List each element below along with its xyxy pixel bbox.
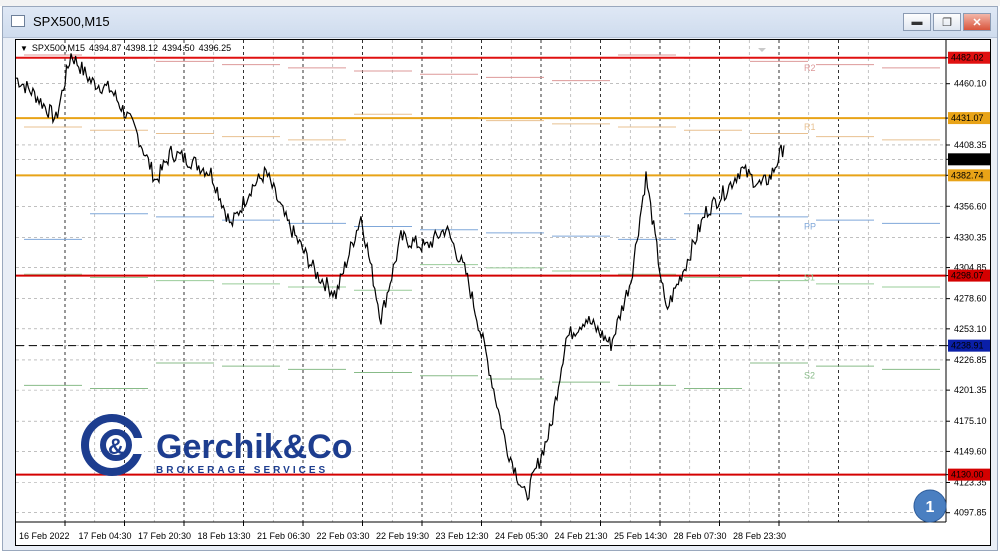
- price-chart[interactable]: R2 R1 PP S1 S2 & Gerchik&Co BROKERAGE SE…: [15, 39, 991, 546]
- pivot-segments: [24, 54, 940, 390]
- dropdown-triangle-icon[interactable]: ▼: [20, 44, 28, 53]
- time-tick-label: 28 Feb 23:30: [733, 531, 786, 541]
- close-button[interactable]: ✕: [963, 13, 991, 31]
- price-tick-label: 4201.35: [954, 385, 987, 395]
- pivot-labels: R2 R1 PP S1 S2: [804, 63, 816, 381]
- level-price-label: 4238.91: [951, 341, 984, 351]
- price-axis: 4482.02 4460.10 4431.07 4408.35 4396.25 4382.…: [945, 40, 990, 522]
- ohlc-info: ▼ SPX500,M15 4394.87 4398.12 4394.50 4396.25: [20, 43, 235, 53]
- price-tick-label: 4097.85: [954, 508, 987, 518]
- pivot-label-pp: PP: [804, 222, 816, 232]
- ohlc-close: 4396.25: [198, 43, 232, 53]
- price-tick-label: 4149.60: [954, 446, 987, 456]
- price-tick-label: 4460.10: [954, 79, 987, 89]
- price-tick-label: 4330.35: [954, 232, 987, 242]
- minimize-button[interactable]: ▬: [903, 13, 931, 31]
- time-tick-label: 17 Feb 04:30: [79, 531, 132, 541]
- ohlc-open: 4394.87: [88, 43, 122, 53]
- chart-window: SPX500,M15 ▬ ❐ ✕ R2 R1 PP S1 S2 & Gerchi…: [2, 6, 998, 551]
- chart-window-icon: [11, 15, 25, 27]
- time-tick-label: 23 Feb 12:30: [436, 531, 489, 541]
- pivot-label-s2: S2: [804, 371, 815, 381]
- level-price-label: 4382.74: [951, 170, 984, 180]
- restore-icon: ❐: [942, 16, 952, 29]
- time-tick-label: 16 Feb 2022: [19, 531, 70, 541]
- chart-shift-marker[interactable]: [758, 48, 766, 52]
- time-axis: 16 Feb 2022 17 Feb 04:30 17 Feb 20:30 18 Fe…: [16, 521, 946, 541]
- pivot-label-r1: R1: [804, 122, 816, 132]
- watermark-brand: Gerchik&Co: [156, 428, 353, 466]
- price-tick-label: 4253.10: [954, 324, 987, 334]
- price-tick-label: 4278.60: [954, 294, 987, 304]
- ohlc-symbol: SPX500,M15: [31, 43, 85, 53]
- time-tick-label: 28 Feb 07:30: [674, 531, 727, 541]
- page-badge[interactable]: 1: [913, 489, 947, 523]
- current-price-label: 4396.25: [951, 154, 984, 164]
- ohlc-low: 4394.50: [162, 43, 195, 53]
- chart-canvas[interactable]: R2 R1 PP S1 S2 & Gerchik&Co BROKERAGE SE…: [16, 40, 990, 545]
- close-icon: ✕: [972, 16, 982, 29]
- level-price-label: 4482.02: [951, 53, 984, 63]
- time-tick-label: 21 Feb 06:30: [257, 531, 310, 541]
- level-price-label: 4431.07: [951, 113, 984, 123]
- ohlc-high: 4398.12: [125, 43, 159, 53]
- pivot-label-s1: S1: [804, 272, 815, 282]
- price-tick-label: 4175.10: [954, 416, 987, 426]
- time-tick-label: 24 Feb 21:30: [555, 531, 608, 541]
- time-tick-label: 22 Feb 19:30: [376, 531, 429, 541]
- svg-text:&: &: [108, 434, 124, 459]
- support-resistance-levels: [16, 56, 946, 476]
- restore-button[interactable]: ❐: [933, 13, 961, 31]
- time-tick-label: 22 Feb 03:30: [317, 531, 370, 541]
- watermark-tagline: BROKERAGE SERVICES: [156, 465, 328, 476]
- time-tick-label: 17 Feb 20:30: [138, 531, 191, 541]
- pivot-label-r2: R2: [804, 63, 816, 73]
- gerchik-logo-icon: &: [81, 414, 144, 476]
- time-tick-label: 24 Feb 05:30: [495, 531, 548, 541]
- time-tick-label: 18 Feb 13:30: [198, 531, 251, 541]
- title-bar[interactable]: SPX500,M15 ▬ ❐ ✕: [3, 7, 997, 38]
- price-tick-label: 4226.85: [954, 355, 987, 365]
- window-controls: ▬ ❐ ✕: [903, 13, 991, 31]
- window-title: SPX500,M15: [33, 14, 110, 29]
- watermark-logo: & Gerchik&Co BROKERAGE SERVICES: [81, 414, 353, 476]
- price-tick-label: 4356.60: [954, 201, 987, 211]
- level-price-label: 4130.00: [951, 470, 984, 480]
- price-tick-label: 4408.35: [954, 140, 987, 150]
- badge-number: 1: [926, 499, 935, 516]
- level-price-label: 4298.07: [951, 271, 984, 281]
- time-tick-label: 25 Feb 14:30: [614, 531, 667, 541]
- minimize-icon: ▬: [911, 16, 923, 28]
